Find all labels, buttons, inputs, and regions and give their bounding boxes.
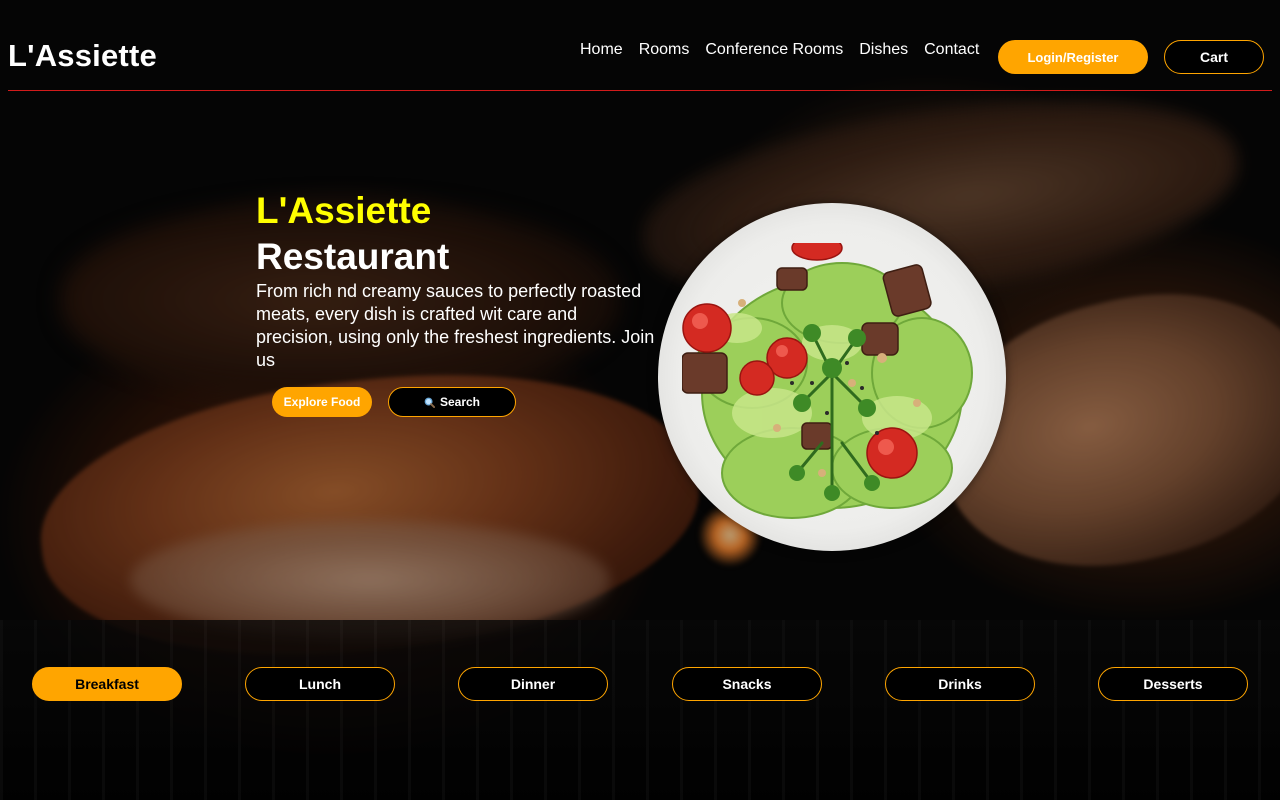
salad-illustration xyxy=(682,243,973,519)
search-button-label: Search xyxy=(439,395,481,409)
magnifier-icon xyxy=(424,397,435,408)
category-lunch[interactable]: Lunch xyxy=(245,667,395,701)
nav-contact[interactable]: Contact xyxy=(924,41,979,59)
hero-description: From rich nd creamy sauces to perfectly … xyxy=(256,281,655,370)
category-breakfast[interactable]: Breakfast xyxy=(32,667,182,701)
cart-button[interactable]: Cart xyxy=(1164,40,1264,74)
site-header: L'Assiette Home Rooms Conference Rooms D… xyxy=(8,0,1272,91)
category-desserts[interactable]: Desserts xyxy=(1098,667,1248,701)
nav-rooms[interactable]: Rooms xyxy=(639,41,690,59)
salad-plate-image xyxy=(658,203,1006,551)
meal-category-bar: Breakfast Lunch Dinner Snacks Drinks Des… xyxy=(32,667,1248,701)
hero-title-restaurant: Restaurant xyxy=(256,236,450,277)
nav-home[interactable]: Home xyxy=(580,41,623,59)
login-register-button[interactable]: Login/Register xyxy=(998,40,1148,74)
search-button[interactable]: Search xyxy=(388,387,516,417)
main-nav: Home Rooms Conference Rooms Dishes Conta… xyxy=(580,41,979,59)
explore-food-button[interactable]: Explore Food xyxy=(272,387,372,417)
nav-conference-rooms[interactable]: Conference Rooms xyxy=(705,41,843,59)
hero-title-brand: L'Assiette xyxy=(256,190,432,231)
site-logo[interactable]: L'Assiette xyxy=(8,38,157,74)
category-dinner[interactable]: Dinner xyxy=(458,667,608,701)
category-drinks[interactable]: Drinks xyxy=(885,667,1035,701)
nav-dishes[interactable]: Dishes xyxy=(859,41,908,59)
category-snacks[interactable]: Snacks xyxy=(672,667,822,701)
